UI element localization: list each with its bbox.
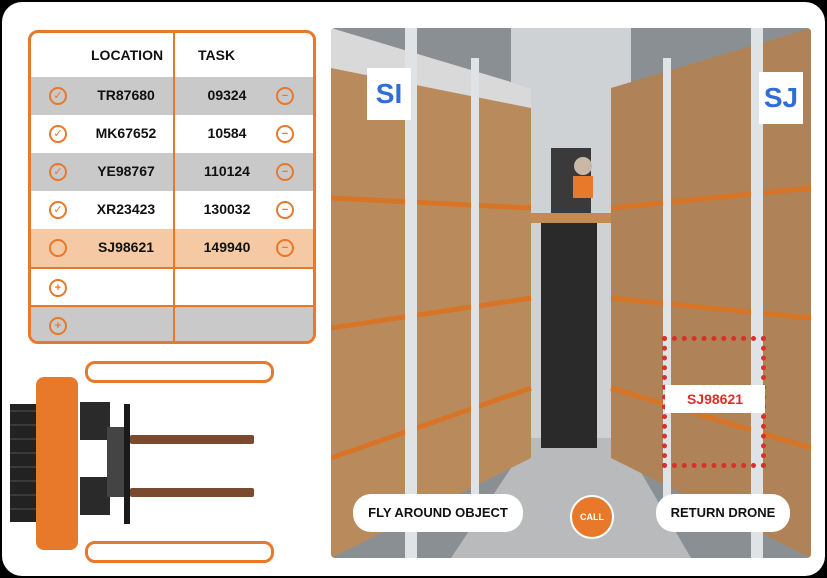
add-icon[interactable]: + [49, 279, 67, 297]
remove-icon[interactable]: − [276, 163, 294, 181]
remove-icon[interactable]: − [276, 201, 294, 219]
forklift-mast [36, 377, 78, 550]
target-location-label: SJ98621 [665, 385, 765, 413]
fly-around-object-button[interactable]: FLY AROUND OBJECT [353, 494, 523, 532]
location-cell: YE98767 [97, 163, 155, 179]
task-cell: 110124 [204, 163, 250, 179]
fork-mount [80, 402, 110, 440]
remove-icon[interactable]: − [276, 125, 294, 143]
add-row[interactable]: + [31, 267, 313, 307]
remove-icon[interactable]: − [276, 87, 294, 105]
aisle-sign-left: SI [367, 68, 411, 120]
check-icon[interactable]: ✓ [49, 125, 67, 143]
return-drone-button[interactable]: RETURN DRONE [656, 494, 790, 532]
task-cell: 130032 [203, 201, 251, 217]
drone-camera-view: SI SJ SJ98621 FLY AROUND OBJECT CALL RET… [331, 28, 811, 558]
table-row[interactable]: ✓ YE98767 110124 − [31, 153, 313, 191]
task-header: TASK [198, 47, 236, 63]
task-cell: 10584 [207, 125, 247, 141]
add-icon[interactable]: + [49, 317, 67, 335]
aisle-sign-right: SJ [759, 72, 803, 124]
column-divider [173, 33, 175, 341]
location-cell: XR23423 [96, 201, 156, 217]
forklift-carriage [10, 404, 38, 522]
table-row[interactable]: ✓ MK67652 10584 − [31, 115, 313, 153]
check-icon[interactable] [49, 239, 67, 257]
table-row[interactable]: ✓ XR23423 130032 − [31, 191, 313, 229]
check-icon[interactable]: ✓ [49, 87, 67, 105]
task-cell: 149940 [203, 239, 251, 255]
location-cell: MK67652 [95, 125, 157, 141]
fork-tine [130, 488, 254, 497]
table-header: LOCATION TASK [31, 33, 313, 77]
fork-mount [80, 477, 110, 515]
check-icon[interactable]: ✓ [49, 201, 67, 219]
fork-tine [130, 435, 254, 444]
control-panel: LOCATION TASK ✓ TR87680 09324 − ✓ MK6765… [2, 2, 825, 576]
location-header: LOCATION [91, 47, 164, 63]
add-row[interactable]: + [31, 305, 313, 341]
remove-icon[interactable]: − [276, 239, 294, 257]
location-cell: SJ98621 [97, 239, 155, 255]
task-cell: 09324 [207, 87, 247, 103]
check-icon[interactable]: ✓ [49, 163, 67, 181]
bottom-control-bar[interactable] [85, 541, 274, 563]
table-row-selected[interactable]: SJ98621 149940 − [31, 229, 313, 267]
location-cell: TR87680 [97, 87, 155, 103]
top-control-bar[interactable] [85, 361, 274, 383]
task-table: LOCATION TASK ✓ TR87680 09324 − ✓ MK6765… [28, 30, 316, 344]
call-button[interactable]: CALL [570, 495, 614, 539]
fork-backrest [124, 404, 130, 524]
table-row[interactable]: ✓ TR87680 09324 − [31, 77, 313, 115]
